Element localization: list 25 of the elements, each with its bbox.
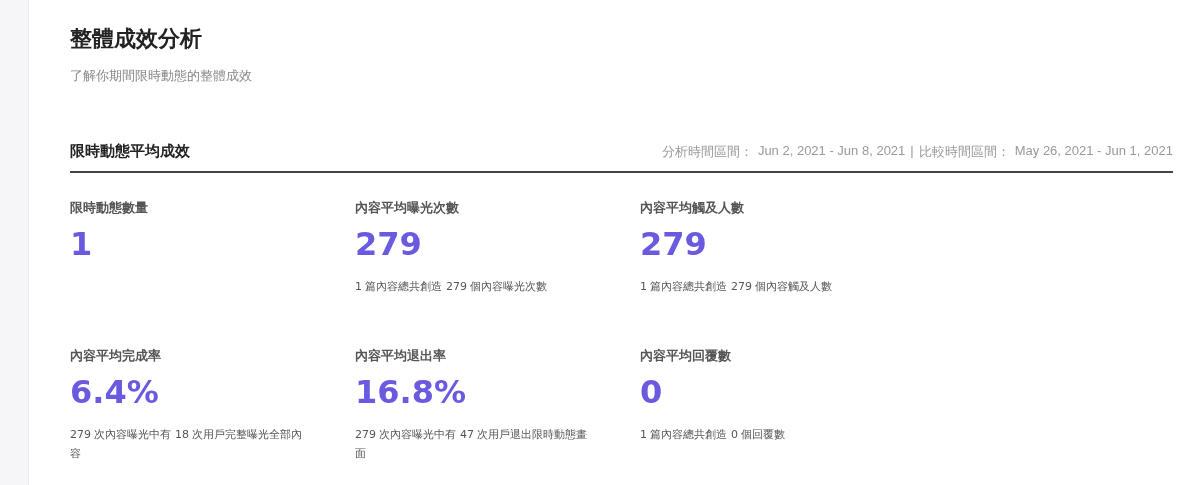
range-separator: | (910, 143, 914, 160)
metric-label: 內容平均曝光次數 (355, 199, 459, 217)
metric-value: 6.4% (70, 372, 159, 413)
metric-label: 內容平均退出率 (355, 347, 446, 365)
metric-caption: 1 篇內容總共創造 279 個內容觸及人數 (640, 279, 834, 295)
metric-value: 279 (640, 224, 707, 265)
analysis-range: Jun 2, 2021 - Jun 8, 2021 (757, 143, 906, 160)
metric-label: 限時動態數量 (70, 199, 148, 217)
metric-caption: 279 次內容曝光中有 47 次用戶退出限時動態畫面 (355, 427, 589, 462)
metric-caption: 1 篇內容總共創造 279 個內容曝光次數 (355, 279, 549, 295)
metric-value: 16.8% (355, 372, 466, 413)
metric-caption: 1 篇內容總共創造 0 個回覆數 (640, 427, 787, 443)
page-subtitle: 了解你期間限時動態的整體成效 (70, 68, 253, 85)
section-title: 限時動態平均成效 (70, 142, 190, 161)
metric-value: 279 (355, 224, 422, 265)
metric-value: 1 (70, 224, 93, 265)
metric-label: 內容平均回覆數 (640, 347, 731, 365)
metric-caption: 279 次內容曝光中有 18 次用戶完整曝光全部內容 (70, 427, 304, 462)
page-title: 整體成效分析 (70, 25, 203, 53)
metric-label: 內容平均完成率 (70, 347, 161, 365)
analysis-range-label: 分析時間區間： (661, 143, 753, 161)
metric-value: 0 (640, 372, 663, 413)
compare-range: May 26, 2021 - Jun 1, 2021 (1014, 143, 1173, 160)
compare-range-label: 比較時間區間： (918, 143, 1010, 161)
metric-label: 內容平均觸及人數 (640, 199, 744, 217)
